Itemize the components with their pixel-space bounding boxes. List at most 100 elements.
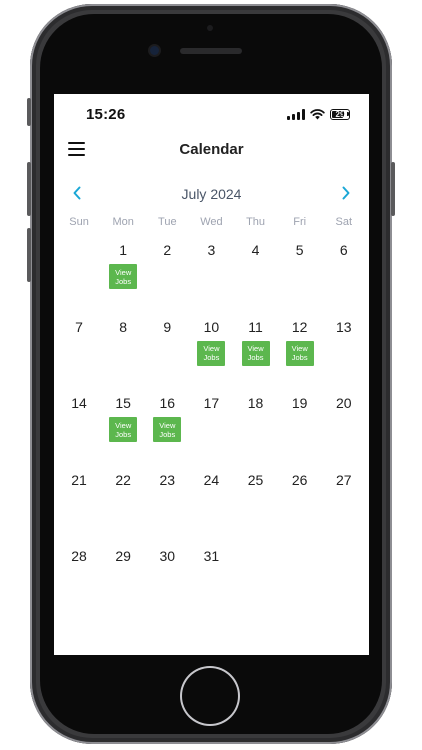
view-jobs-button[interactable]: View Jobs: [109, 264, 138, 289]
view-jobs-button[interactable]: View Jobs: [153, 417, 182, 442]
calendar-day-cell[interactable]: 31: [189, 545, 233, 622]
calendar-day-cell[interactable]: 3: [189, 239, 233, 316]
day-number: 31: [203, 548, 220, 564]
calendar-empty-cell: [234, 545, 278, 622]
day-number: 1: [119, 242, 128, 258]
proximity-sensor: [207, 25, 213, 31]
calendar-day-cell[interactable]: 26: [278, 469, 322, 546]
month-navigation: July 2024: [54, 180, 369, 206]
day-number: 18: [247, 395, 264, 411]
day-number: 8: [119, 318, 128, 335]
status-bar: 15:26 29: [54, 94, 369, 134]
day-number: 12: [291, 318, 308, 335]
page-title: Calendar: [179, 141, 244, 158]
day-number: 6: [339, 242, 348, 258]
day-number: 7: [75, 318, 83, 335]
status-time: 15:26: [86, 106, 126, 123]
day-number: 30: [159, 548, 176, 564]
calendar-day-cell[interactable]: 8: [101, 316, 145, 393]
calendar-empty-cell: [57, 239, 101, 316]
day-number: 14: [71, 395, 87, 411]
calendar-day-cell[interactable]: 19: [278, 392, 322, 469]
day-number: 23: [159, 471, 176, 488]
calendar-day-cell[interactable]: 10 View Jobs: [189, 316, 233, 393]
app-header: Calendar: [54, 134, 369, 166]
day-number: 25: [247, 471, 264, 488]
volume-up-button: [27, 162, 31, 216]
calendar-week-row: 1 View Jobs 2 3 4 5 6: [57, 239, 366, 316]
view-jobs-button[interactable]: View Jobs: [285, 340, 314, 366]
day-number: 10: [203, 318, 220, 335]
weekday-label: Fri: [293, 216, 307, 228]
calendar-day-cell[interactable]: 15 View Jobs: [101, 392, 145, 469]
calendar-day-cell[interactable]: 16 View Jobs: [145, 392, 189, 469]
day-number: 5: [295, 242, 304, 258]
silent-switch: [27, 98, 31, 126]
volume-down-button: [27, 228, 31, 282]
front-camera: [150, 46, 159, 55]
month-label: July 2024: [181, 186, 242, 202]
calendar-day-cell[interactable]: 25: [234, 469, 278, 546]
weekday-label: Tue: [158, 216, 177, 228]
calendar-week-row: 21 22 23 24 25 26 27: [57, 469, 366, 546]
day-number: 22: [115, 471, 131, 488]
weekday-label: Sat: [335, 216, 353, 228]
weekday-label: Mon: [112, 216, 134, 228]
calendar-week-row: 28 29 30 31: [57, 545, 366, 622]
day-number: 26: [291, 471, 308, 488]
weekday-label: Thu: [246, 216, 266, 228]
calendar-week-row: 7 8 9 10 View Jobs 11 View Jobs 12 View Jobs 13: [57, 316, 366, 393]
calendar-day-cell[interactable]: 18: [234, 392, 278, 469]
view-jobs-button[interactable]: View Jobs: [109, 417, 138, 442]
calendar-day-cell[interactable]: 13: [322, 316, 366, 393]
calendar-day-cell[interactable]: 28: [57, 545, 101, 622]
chevron-right-icon: [342, 186, 350, 200]
calendar-day-cell[interactable]: 22: [101, 469, 145, 546]
calendar-day-cell[interactable]: 23: [145, 469, 189, 546]
status-icons: 29: [287, 107, 350, 121]
calendar-day-cell[interactable]: 21: [57, 469, 101, 546]
day-number: 4: [251, 242, 260, 258]
calendar-empty-cell: [322, 545, 366, 622]
day-number: 15: [115, 395, 131, 411]
calendar-day-cell[interactable]: 17: [189, 392, 233, 469]
calendar-day-cell[interactable]: 7: [57, 316, 101, 393]
battery-icon: 29: [330, 108, 350, 120]
day-number: 13: [336, 318, 352, 335]
day-number: 11: [248, 318, 263, 335]
day-number: 9: [163, 318, 172, 335]
calendar-day-cell[interactable]: 11 View Jobs: [234, 316, 278, 393]
calendar-day-cell[interactable]: 5: [278, 239, 322, 316]
cellular-signal-icon: [287, 108, 305, 120]
calendar-day-cell[interactable]: 14: [57, 392, 101, 469]
day-number: 28: [71, 548, 87, 564]
day-number: 24: [203, 471, 220, 488]
next-month-button[interactable]: [335, 180, 357, 206]
weekday-header: Sun Mon Tue Wed Thu Fri Sat: [57, 216, 366, 228]
day-number: 20: [336, 395, 352, 411]
day-number: 27: [336, 471, 352, 488]
view-jobs-button[interactable]: View Jobs: [197, 340, 226, 366]
day-number: 29: [115, 548, 131, 564]
day-number: 21: [71, 471, 87, 488]
day-number: 16: [159, 395, 176, 411]
calendar-day-cell[interactable]: 20: [322, 392, 366, 469]
calendar-day-cell[interactable]: 24: [189, 469, 233, 546]
earpiece-speaker: [180, 48, 242, 54]
calendar-day-cell[interactable]: 4: [234, 239, 278, 316]
calendar-day-cell[interactable]: 1 View Jobs: [101, 239, 145, 316]
calendar-day-cell[interactable]: 29: [101, 545, 145, 622]
power-button: [391, 162, 395, 216]
weekday-label: Wed: [200, 216, 223, 228]
calendar-day-cell[interactable]: 27: [322, 469, 366, 546]
calendar-day-cell[interactable]: 30: [145, 545, 189, 622]
calendar-day-cell[interactable]: 6: [322, 239, 366, 316]
battery-level: 29: [335, 109, 345, 119]
calendar-day-cell[interactable]: 2: [145, 239, 189, 316]
view-jobs-button[interactable]: View Jobs: [241, 340, 270, 366]
calendar-day-cell[interactable]: 12 View Jobs: [278, 316, 322, 393]
calendar-day-cell[interactable]: 9: [145, 316, 189, 393]
calendar-empty-cell: [278, 545, 322, 622]
day-number: 19: [291, 395, 308, 411]
home-button[interactable]: [182, 668, 238, 724]
